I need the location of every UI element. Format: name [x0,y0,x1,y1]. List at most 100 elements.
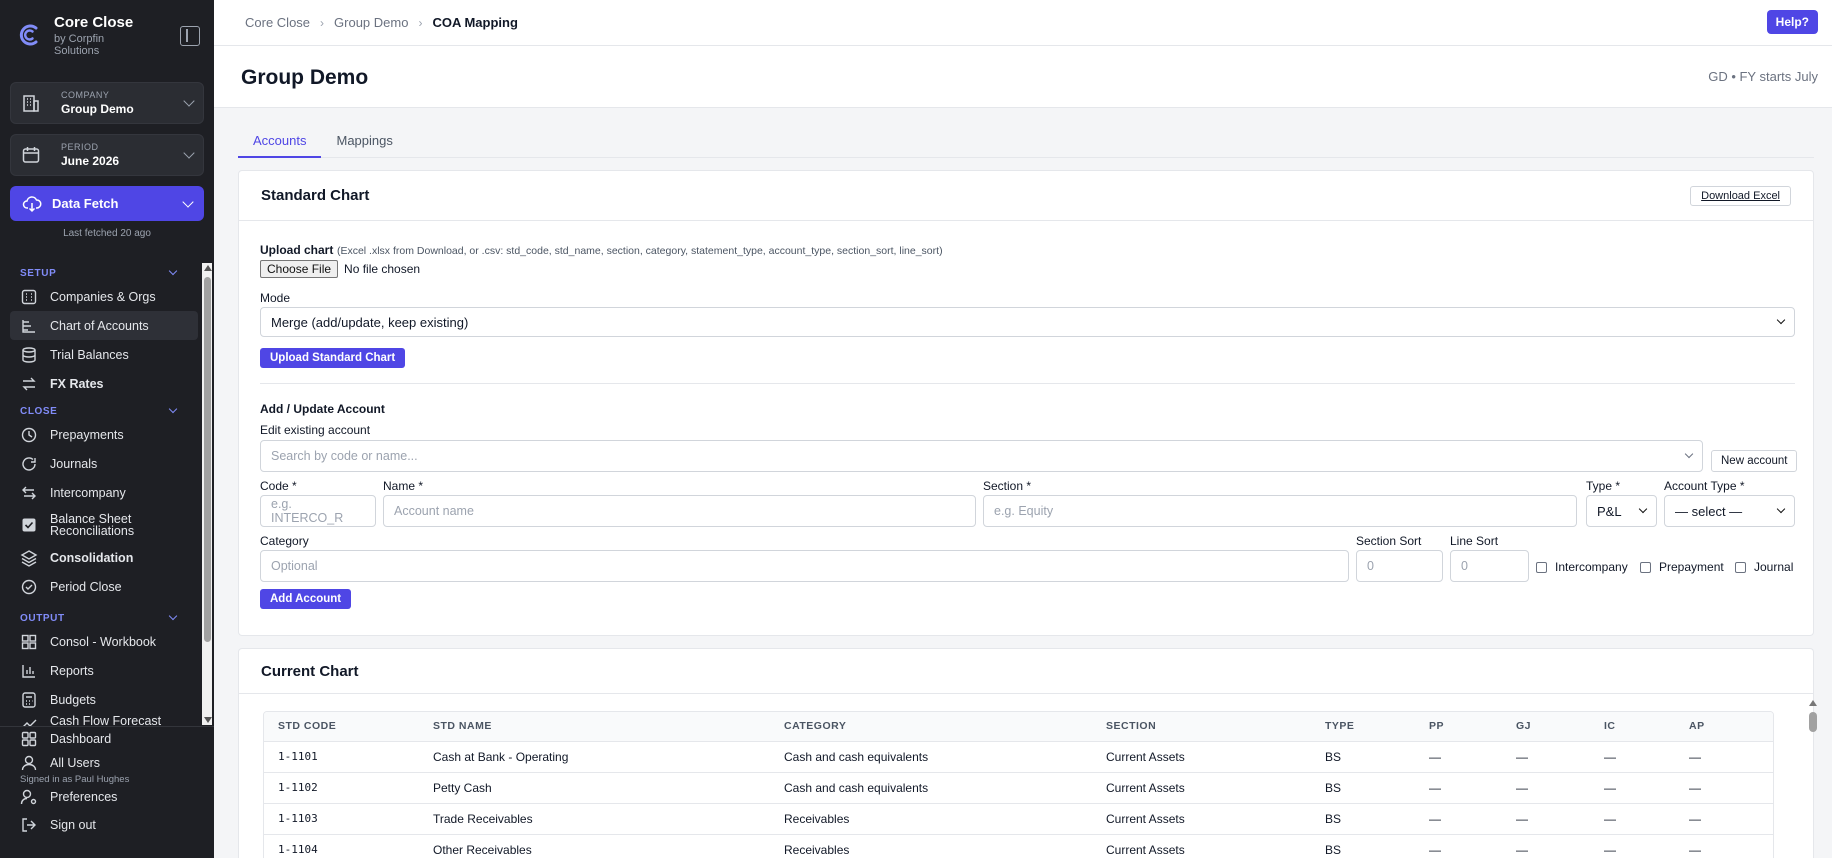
sidebar-item-reports[interactable]: Reports [0,656,198,685]
type-cell: BS [1311,741,1415,773]
scroll-down-arrow-icon[interactable] [204,717,212,723]
column-header[interactable]: SECTION [1092,712,1311,742]
nav-section-setup[interactable]: SETUP [0,264,214,282]
chevron-down-icon [183,147,195,159]
refresh-icon [22,456,36,471]
section-divider [260,383,1795,384]
name-input[interactable]: Account name [383,495,976,527]
table-header-row: STD CODE STD NAME CATEGORY SECTION TYPE … [264,712,1773,742]
scroll-up-arrow-icon[interactable] [204,265,212,271]
company-label: COMPANY [61,90,110,100]
checkbox-icon [1640,561,1651,573]
column-header[interactable]: AP [1675,712,1773,742]
help-button[interactable]: Help? [1766,10,1818,34]
collapse-sidebar-icon[interactable] [180,26,200,46]
column-header[interactable]: GJ [1502,712,1590,742]
sidebar-item-budgets[interactable]: Budgets [0,685,198,714]
sidebar-item-preferences[interactable]: Preferences [0,785,198,809]
sidebar-nav: SETUP Companies & Orgs Chart of Accounts… [0,260,214,726]
sidebar-item-balance-sheet-reconciliations[interactable]: Balance Sheet Reconciliations [0,507,198,543]
table-row[interactable]: 1-1101 Cash at Bank - Operating Cash and… [264,741,1773,773]
breadcrumb-group-demo[interactable]: Group Demo [334,15,408,30]
gj-cell: — [1502,772,1590,804]
data-fetch-button[interactable]: Data Fetch [10,186,204,221]
section-cell: Current Assets [1092,834,1311,858]
column-header[interactable]: TYPE [1311,712,1415,742]
table-row[interactable]: 1-1104 Other Receivables Receivables Cur… [264,834,1773,858]
account-type-select[interactable]: — select — [1664,495,1795,527]
sign-out-icon [22,818,36,832]
column-header[interactable]: STD NAME [419,712,770,742]
standard-chart-card: Standard Chart Download Excel Upload cha… [238,170,1814,636]
category-input[interactable]: Optional [260,550,1349,582]
chevron-down-icon [1638,504,1648,514]
upload-standard-chart-button[interactable]: Upload Standard Chart [260,348,406,368]
sidebar-item-consol-workbook[interactable]: Consol - Workbook [0,627,198,656]
column-header[interactable]: CATEGORY [770,712,1092,742]
arrows-exchange-icon [22,377,36,390]
breadcrumb-current: COA Mapping [432,15,518,30]
column-header[interactable]: IC [1590,712,1675,742]
sidebar-item-consolidation[interactable]: Consolidation [0,543,198,572]
std-code-cell: 1-1104 [264,834,419,858]
breadcrumb-separator-icon: › [320,15,325,30]
account-type-label: Account Type * [1664,479,1745,493]
sidebar-item-chart-of-accounts[interactable]: Chart of Accounts [10,311,198,340]
mode-label: Mode [260,291,291,305]
sidebar-item-prepayments[interactable]: Prepayments [0,420,198,449]
table-row[interactable]: 1-1102 Petty Cash Cash and cash equivale… [264,772,1773,804]
nav-section-output[interactable]: OUTPUT [0,609,214,627]
tab-accounts[interactable]: Accounts [238,124,322,158]
new-account-button[interactable]: New account [1711,450,1798,472]
code-input[interactable]: e.g. INTERCO_R [260,495,376,527]
mode-select-value: Merge (add/update, keep existing) [271,314,469,330]
choose-file-button[interactable]: Choose File [260,260,339,278]
breadcrumb-core-close[interactable]: Core Close [245,15,310,30]
company-selector[interactable]: COMPANY Group Demo [10,82,204,124]
type-label: Type * [1586,479,1621,493]
table-scrollbar[interactable] [1808,698,1818,858]
sidebar-item-period-close[interactable]: Period Close [0,572,198,601]
sidebar-item-companies[interactable]: Companies & Orgs [0,282,198,311]
sidebar-item-all-users[interactable]: All Users [0,751,198,775]
type-select[interactable]: P&L [1586,495,1657,527]
section-input[interactable]: e.g. Equity [983,495,1577,527]
mode-select[interactable]: Merge (add/update, keep existing) [260,307,1795,337]
line-sort-label: Line Sort [1450,534,1499,548]
prepayment-checkbox[interactable]: Prepayment [1640,560,1724,574]
scrollbar-thumb[interactable] [1809,712,1817,732]
add-account-button[interactable]: Add Account [260,589,352,609]
download-excel-button[interactable]: Download Excel [1690,185,1791,206]
table-row[interactable]: 1-1103 Trade Receivables Receivables Cur… [264,803,1773,835]
journal-checkbox[interactable]: Journal [1735,560,1793,574]
scroll-up-arrow-icon[interactable] [1809,700,1817,706]
clock-icon [21,427,37,442]
nav-section-close[interactable]: CLOSE [0,402,214,420]
sidebar-item-sign-out[interactable]: Sign out [0,813,198,837]
period-selector[interactable]: PERIOD June 2026 [10,134,204,176]
company-value: Group Demo [61,102,134,116]
section-sort-input[interactable]: 0 [1356,550,1443,582]
tab-mappings[interactable]: Mappings [321,124,407,158]
upload-chart-label: Upload chart [260,243,334,257]
std-name-cell: Other Receivables [419,834,770,858]
intercompany-checkbox[interactable]: Intercompany [1536,560,1628,574]
column-header[interactable]: STD CODE [264,712,419,742]
page-meta: GD • FY starts July [1708,69,1818,84]
sidebar-item-journals[interactable]: Journals [0,449,198,478]
standard-chart-title: Standard Chart [261,187,370,204]
grid-icon [21,634,37,649]
sidebar-item-dashboard[interactable]: Dashboard [0,727,198,751]
gj-cell: — [1502,834,1590,858]
scrollbar-thumb[interactable] [204,277,211,642]
sidebar-scrollbar[interactable] [202,263,212,725]
sidebar-item-intercompany[interactable]: Intercompany [0,478,198,507]
line-sort-input[interactable]: 0 [1450,550,1529,582]
sidebar-item-cash-flow-forecast[interactable]: Cash Flow Forecast [0,714,198,726]
column-header[interactable]: PP [1415,712,1502,742]
account-search-input[interactable]: Search by code or name... [260,440,1703,472]
ap-cell: — [1675,803,1773,835]
sidebar-item-fx-rates[interactable]: FX Rates [0,369,198,398]
sidebar-item-trial-balances[interactable]: Trial Balances [0,340,198,369]
pp-cell: — [1415,803,1502,835]
